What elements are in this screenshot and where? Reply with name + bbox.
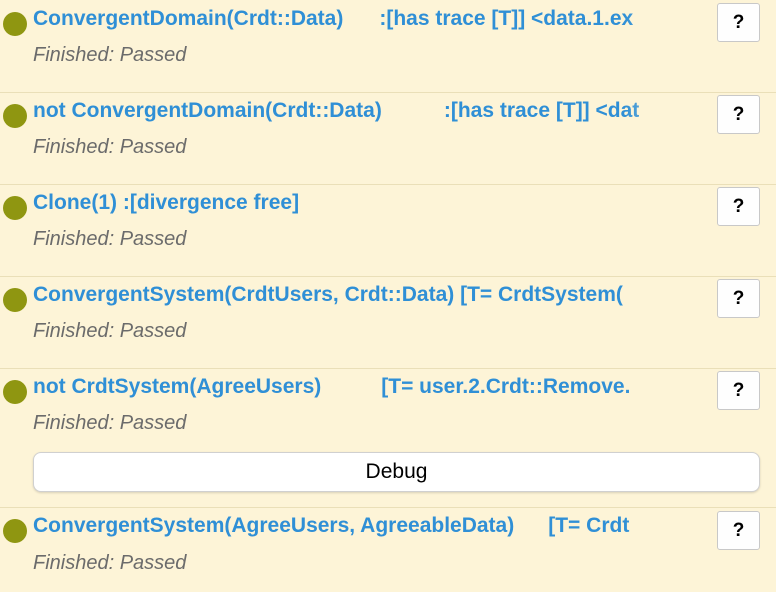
check-property[interactable]: :[has trace [T]] <dat: [444, 99, 639, 122]
check-title[interactable]: not ConvergentDomain(Crdt::Data) :[has tr…: [33, 98, 714, 124]
help-button[interactable]: ?: [717, 371, 760, 410]
check-status: Finished: Passed: [33, 44, 187, 66]
status-dot-icon: [3, 104, 27, 128]
check-name[interactable]: ConvergentSystem(AgreeUsers, AgreeableDa…: [33, 514, 514, 537]
debug-button[interactable]: Debug: [33, 452, 760, 492]
check-property[interactable]: [T= Crdt: [548, 514, 629, 537]
check-title[interactable]: ConvergentSystem(CrdtUsers, Crdt::Data) …: [33, 282, 714, 308]
status-dot-icon: [3, 519, 27, 543]
check-status: Finished: Passed: [33, 228, 187, 250]
help-button[interactable]: ?: [717, 511, 760, 550]
check-name[interactable]: ConvergentDomain(Crdt::Data): [33, 7, 343, 30]
check-title[interactable]: not CrdtSystem(AgreeUsers) [T= user.2.Crd…: [33, 374, 714, 400]
check-status: Finished: Passed: [33, 412, 187, 434]
check-title[interactable]: Clone(1) :[divergence free]: [33, 190, 714, 216]
check-title[interactable]: ConvergentDomain(Crdt::Data) :[has trace …: [33, 6, 714, 32]
status-dot-icon: [3, 380, 27, 404]
check-name[interactable]: ConvergentSystem(CrdtUsers, Crdt::Data) …: [33, 283, 623, 306]
status-dot-icon: [3, 288, 27, 312]
check-status: Finished: Passed: [33, 552, 187, 574]
status-dot-icon: [3, 12, 27, 36]
check-title[interactable]: ConvergentSystem(AgreeUsers, AgreeableDa…: [33, 513, 714, 539]
check-name[interactable]: not CrdtSystem(AgreeUsers): [33, 375, 321, 398]
check-name[interactable]: not ConvergentDomain(Crdt::Data): [33, 99, 382, 122]
check-item: ConvergentSystem(AgreeUsers, AgreeableDa…: [0, 508, 776, 592]
check-item: Clone(1) :[divergence free] Finished: Pa…: [0, 185, 776, 277]
status-dot-icon: [3, 196, 27, 220]
help-button[interactable]: ?: [717, 3, 760, 42]
help-button[interactable]: ?: [717, 279, 760, 318]
help-button[interactable]: ?: [717, 187, 760, 226]
check-status: Finished: Passed: [33, 136, 187, 158]
check-list: ConvergentDomain(Crdt::Data):[has trace …: [0, 0, 776, 592]
help-button[interactable]: ?: [717, 95, 760, 134]
check-property[interactable]: [T= user.2.Crdt::Remove.: [381, 375, 630, 398]
check-status: Finished: Passed: [33, 320, 187, 342]
check-item: ConvergentDomain(Crdt::Data) :[has trace …: [0, 0, 776, 93]
check-item: ConvergentSystem(CrdtUsers, Crdt::Data) …: [0, 277, 776, 369]
check-property[interactable]: :[has trace [T]] <data.1.ex: [379, 7, 633, 30]
check-name[interactable]: Clone(1) :[divergence free]: [33, 191, 299, 214]
check-item: not ConvergentDomain(Crdt::Data) :[has tr…: [0, 93, 776, 185]
